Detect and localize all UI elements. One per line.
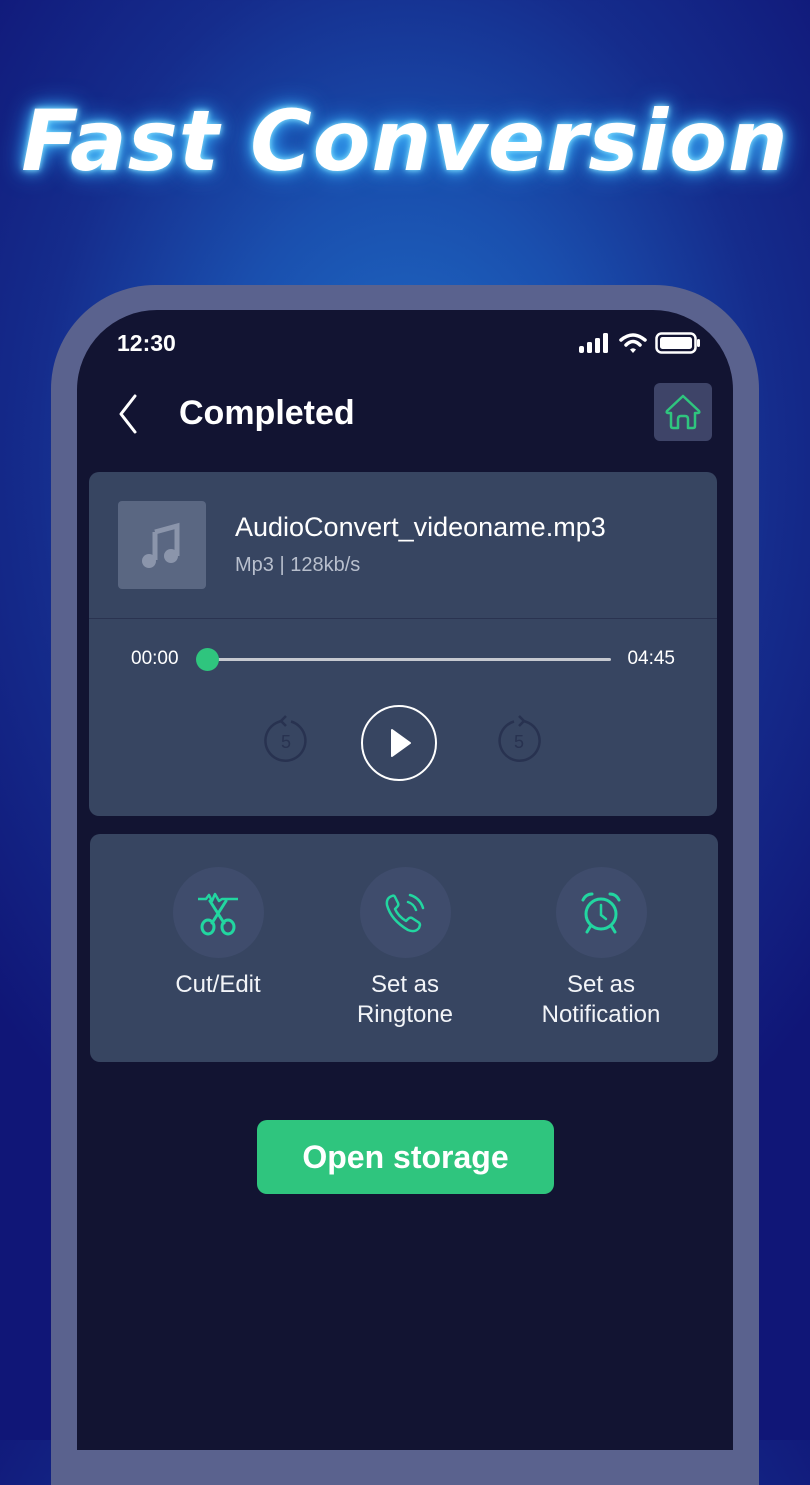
action-label-line1: Set as — [566, 971, 636, 998]
scissors-icon — [198, 892, 238, 935]
set-ringtone-button[interactable]: Set as Ringtone — [305, 867, 505, 1030]
forward-button[interactable]: 5 — [494, 715, 544, 765]
file-player-card: AudioConvert_videoname.mp3 Mp3 | 128kb/s… — [89, 472, 717, 816]
chevron-left-icon — [119, 394, 137, 434]
open-storage-button[interactable]: Open storage — [257, 1120, 554, 1194]
app-header: Completed — [77, 380, 733, 450]
file-meta: Mp3 | 128kb/s — [235, 554, 361, 576]
rewind-5-icon: 5 — [264, 715, 307, 762]
seek-thumb[interactable] — [196, 648, 219, 671]
status-time: 12:30 — [117, 330, 176, 356]
rewind-seconds: 5 — [281, 732, 291, 752]
page-title: Completed — [179, 394, 355, 432]
back-button[interactable] — [113, 392, 143, 436]
signal-icon — [579, 333, 608, 353]
phone-screen: 12:30 Completed AudioConvert_videoname.m… — [77, 310, 733, 1450]
divider — [89, 618, 717, 619]
actions-card: Cut/Edit Set as Ringtone Set as Notifica… — [90, 834, 718, 1062]
play-icon — [391, 729, 411, 757]
cut-edit-button[interactable]: Cut/Edit — [118, 867, 318, 1000]
play-button[interactable] — [361, 705, 437, 781]
action-label-line1: Set as — [370, 971, 440, 998]
file-name: AudioConvert_videoname.mp3 — [235, 512, 606, 542]
current-time: 00:00 — [131, 648, 179, 669]
music-note-icon — [142, 522, 180, 568]
file-thumbnail — [118, 501, 206, 589]
wifi-icon — [619, 333, 647, 353]
phone-ringing-icon — [385, 893, 425, 932]
promo-headline: Fast Conversion — [21, 92, 789, 190]
forward-seconds: 5 — [514, 732, 524, 752]
forward-5-icon: 5 — [498, 715, 541, 762]
set-notification-button[interactable]: Set as Notification — [501, 867, 701, 1030]
home-button[interactable] — [654, 383, 712, 441]
total-time: 04:45 — [627, 648, 675, 669]
alarm-clock-icon — [581, 892, 621, 933]
action-label: Cut/Edit — [175, 971, 261, 998]
rewind-button[interactable]: 5 — [261, 715, 311, 765]
seek-bar[interactable] — [196, 648, 611, 671]
status-bar: 12:30 — [77, 310, 733, 370]
action-label-line2: Notification — [541, 1001, 661, 1028]
home-icon — [665, 394, 701, 430]
action-label-line2: Ringtone — [356, 1001, 454, 1028]
battery-icon — [655, 332, 700, 354]
